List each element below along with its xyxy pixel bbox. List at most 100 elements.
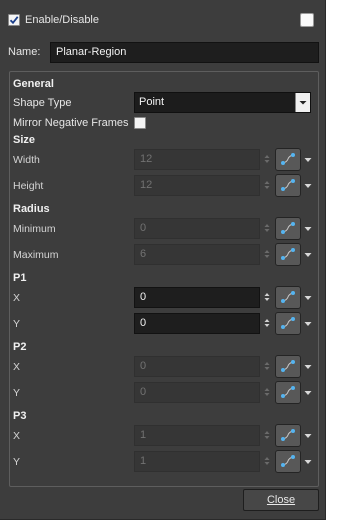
section-p2: P2 (13, 341, 27, 353)
maximum-spinner[interactable] (262, 247, 272, 264)
chevron-down-icon (304, 434, 312, 438)
height-dropdown[interactable] (303, 181, 313, 193)
p1-y-spinner[interactable] (262, 316, 272, 333)
p1-y-field[interactable]: 0 (134, 313, 260, 334)
maximum-dropdown[interactable] (303, 250, 313, 262)
close-button[interactable]: Close (243, 489, 319, 511)
function-curve-icon (281, 179, 295, 191)
spinner-arrows-icon (264, 181, 270, 189)
p3-y-field[interactable]: 1 (134, 451, 260, 472)
mirror-checkbox[interactable] (134, 117, 146, 129)
spinner-arrows-icon (264, 224, 270, 232)
name-field[interactable]: Planar-Region (50, 42, 319, 63)
minimum-function-button[interactable] (275, 217, 301, 240)
chevron-down-icon (304, 365, 312, 369)
header-right-checkbox[interactable] (300, 13, 314, 27)
function-curve-icon (281, 455, 295, 467)
spinner-arrows-icon (264, 362, 270, 370)
p3-x-spinner[interactable] (262, 428, 272, 445)
p2-x-field[interactable]: 0 (134, 356, 260, 377)
section-p3: P3 (13, 410, 27, 422)
spinner-arrows-icon (264, 431, 270, 439)
spinner-arrows-icon (264, 388, 270, 396)
p1-x-function-button[interactable] (275, 286, 301, 309)
p1-y-dropdown[interactable] (303, 319, 313, 331)
p2-y-label: Y (13, 387, 21, 399)
p1-y-function-button[interactable] (275, 312, 301, 335)
section-general: General (13, 78, 54, 90)
p1-x-label: X (13, 292, 21, 304)
p3-y-spinner[interactable] (262, 454, 272, 471)
p1-x-dropdown[interactable] (303, 293, 313, 305)
height-spinner[interactable] (262, 178, 272, 195)
p2-y-dropdown[interactable] (303, 388, 313, 400)
width-field[interactable]: 12 (134, 149, 260, 170)
function-curve-icon (281, 291, 295, 303)
p1-x-spinner[interactable] (262, 290, 272, 307)
section-radius: Radius (13, 203, 50, 215)
p1-x-field[interactable]: 0 (134, 287, 260, 308)
shape-type-label: Shape Type (13, 97, 72, 109)
p2-x-dropdown[interactable] (303, 362, 313, 374)
mirror-label: Mirror Negative Frames (13, 117, 129, 129)
height-field[interactable]: 12 (134, 175, 260, 196)
chevron-down-icon (304, 227, 312, 231)
shape-type-select[interactable]: Point (134, 92, 311, 113)
p3-y-function-button[interactable] (275, 450, 301, 473)
p3-x-label: X (13, 430, 21, 442)
name-label: Name: (8, 46, 41, 58)
p3-x-field[interactable]: 1 (134, 425, 260, 446)
chevron-down-icon (304, 322, 312, 326)
spinner-arrows-icon (264, 250, 270, 258)
chevron-down-icon (304, 253, 312, 257)
chevron-down-icon (304, 184, 312, 188)
minimum-field[interactable]: 0 (134, 218, 260, 239)
p3-x-function-button[interactable] (275, 424, 301, 447)
spinner-arrows-icon (264, 293, 270, 301)
width-spinner[interactable] (262, 152, 272, 169)
function-curve-icon (281, 360, 295, 372)
maximum-function-button[interactable] (275, 243, 301, 266)
p2-x-function-button[interactable] (275, 355, 301, 378)
p2-y-field[interactable]: 0 (134, 382, 260, 403)
minimum-label: Minimum (13, 223, 56, 235)
minimum-spinner[interactable] (262, 221, 272, 238)
spinner-arrows-icon (264, 155, 270, 163)
p2-x-label: X (13, 361, 21, 373)
width-function-button[interactable] (275, 148, 301, 171)
p2-y-spinner[interactable] (262, 385, 272, 402)
minimum-dropdown[interactable] (303, 224, 313, 236)
function-curve-icon (281, 429, 295, 441)
function-curve-icon (281, 386, 295, 398)
layer-properties-panel: Enable/Disable Name: Planar-Region Gener… (0, 0, 326, 520)
function-curve-icon (281, 248, 295, 260)
p2-x-spinner[interactable] (262, 359, 272, 376)
function-curve-icon (281, 222, 295, 234)
chevron-down-icon (304, 296, 312, 300)
section-size: Size (13, 134, 36, 146)
p3-y-dropdown[interactable] (303, 457, 313, 469)
p2-y-function-button[interactable] (275, 381, 301, 404)
width-dropdown[interactable] (303, 155, 313, 167)
chevron-down-icon (304, 391, 312, 395)
shape-type-dropdown-button[interactable] (295, 93, 310, 112)
chevron-down-icon (304, 158, 312, 162)
checkmark-icon (9, 16, 19, 25)
enable-label: Enable/Disable (25, 14, 99, 26)
close-button-label: Close (266, 494, 296, 506)
p3-x-dropdown[interactable] (303, 431, 313, 443)
spinner-arrows-icon (264, 319, 270, 327)
p3-y-label: Y (13, 456, 21, 468)
maximum-field[interactable]: 6 (134, 244, 260, 265)
section-p1: P1 (13, 272, 27, 284)
shape-type-value: Point (139, 96, 165, 108)
height-label: Height (13, 180, 44, 192)
function-curve-icon (281, 317, 295, 329)
width-label: Width (13, 154, 40, 166)
height-function-button[interactable] (275, 174, 301, 197)
function-curve-icon (281, 153, 295, 165)
enable-checkbox[interactable] (8, 14, 20, 26)
maximum-label: Maximum (13, 249, 59, 261)
chevron-down-icon (299, 101, 307, 105)
spinner-arrows-icon (264, 457, 270, 465)
